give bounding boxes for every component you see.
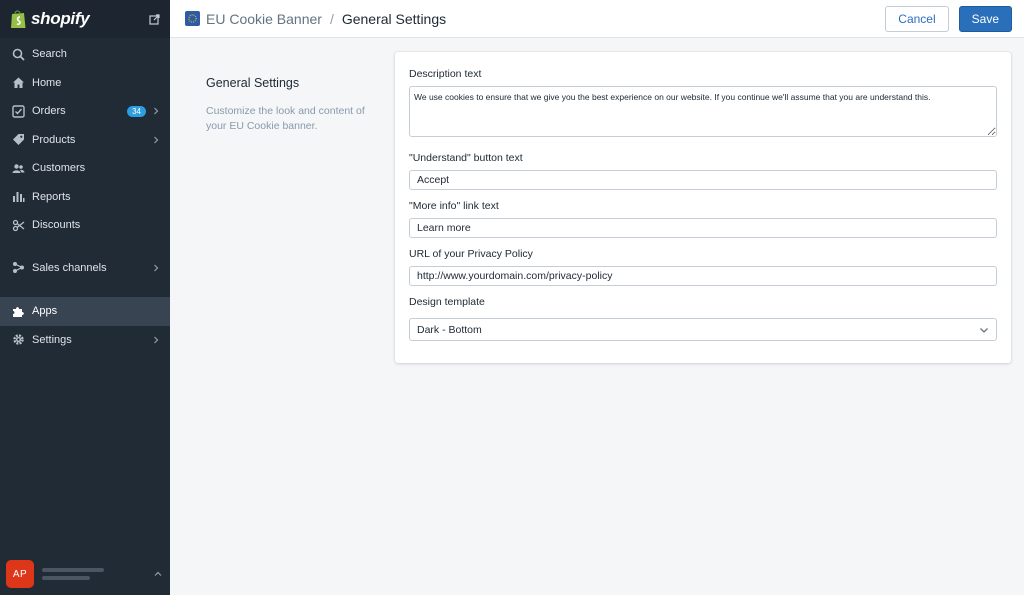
external-link-icon[interactable]	[149, 13, 160, 25]
reports-icon	[12, 190, 25, 203]
chevron-up-icon[interactable]	[154, 570, 162, 578]
sidebar-item-settings[interactable]: Settings	[0, 326, 170, 355]
chevron-down-icon	[980, 327, 988, 333]
account-name-redacted	[42, 568, 104, 580]
breadcrumb-app[interactable]: EU Cookie Banner	[206, 11, 322, 27]
sidebar-item-discounts[interactable]: Discounts	[0, 211, 170, 240]
chevron-right-icon	[154, 336, 159, 344]
sidebar-item-reports[interactable]: Reports	[0, 183, 170, 212]
avatar[interactable]: AP	[6, 560, 34, 588]
home-icon	[12, 76, 25, 89]
understand-field: "Understand" button text Accept	[409, 152, 997, 190]
understand-input[interactable]: Accept	[409, 170, 997, 190]
chevron-right-icon	[154, 107, 159, 115]
sidebar-item-label: Orders	[32, 105, 66, 118]
sidebar-item-search[interactable]: Search	[0, 40, 170, 69]
description-textarea[interactable]: We use cookies to ensure that we give yo…	[409, 86, 997, 137]
sidebar-item-home[interactable]: Home	[0, 69, 170, 98]
customers-icon	[12, 162, 25, 175]
breadcrumb-separator: /	[329, 10, 334, 27]
sidebar-item-label: Apps	[32, 305, 58, 318]
design-template-select[interactable]: Dark - Bottom	[409, 318, 997, 341]
design-template-value: Dark - Bottom	[417, 323, 482, 336]
settings-card: Description text We use cookies to ensur…	[395, 52, 1011, 363]
orders-count-badge: 34	[127, 105, 146, 117]
design-template-label: Design template	[409, 296, 485, 308]
more-info-field: "More info" link text Learn more	[409, 200, 997, 238]
sales-channels-icon	[12, 261, 25, 274]
chevron-right-icon	[154, 264, 159, 272]
sidebar: shopify Search Home Orders 34 Products C…	[0, 0, 170, 595]
shopping-bag-icon	[11, 10, 26, 28]
privacy-url-label: URL of your Privacy Policy	[409, 248, 533, 260]
cancel-button[interactable]: Cancel	[885, 5, 949, 32]
description-field: Description text We use cookies to ensur…	[409, 68, 997, 142]
top-bar: EU Cookie Banner / General Settings Canc…	[170, 0, 1024, 38]
privacy-url-field: URL of your Privacy Policy http://www.yo…	[409, 248, 997, 286]
sidebar-item-products[interactable]: Products	[0, 126, 170, 155]
gear-icon	[12, 333, 25, 346]
discounts-icon	[12, 219, 25, 232]
puzzle-icon	[12, 305, 25, 318]
sidebar-item-label: Discounts	[32, 219, 81, 232]
privacy-url-input[interactable]: http://www.yourdomain.com/privacy-policy	[409, 266, 997, 286]
brand-header: shopify	[0, 0, 170, 38]
orders-icon	[12, 105, 25, 118]
sidebar-item-label: Search	[32, 48, 67, 61]
search-icon	[12, 48, 25, 61]
account-menu[interactable]: AP	[0, 553, 170, 595]
design-template-field: Design template Dark - Bottom	[409, 296, 997, 341]
section-description: Customize the look and content of your E…	[206, 105, 365, 132]
description-label: Description text	[409, 68, 482, 80]
save-button[interactable]: Save	[958, 5, 1012, 32]
sidebar-item-label: Sales channels	[32, 261, 107, 274]
sidebar-item-apps[interactable]: Apps	[0, 297, 170, 326]
eu-flag-icon	[185, 11, 200, 26]
chevron-right-icon	[154, 136, 159, 144]
section-intro: General Settings Customize the look and …	[206, 76, 376, 134]
sidebar-item-label: Home	[32, 76, 62, 89]
more-info-input[interactable]: Learn more	[409, 218, 997, 238]
brand-name[interactable]: shopify	[31, 9, 90, 29]
sidebar-item-orders[interactable]: Orders 34	[0, 97, 170, 126]
sidebar-item-label: Products	[32, 133, 76, 146]
understand-label: "Understand" button text	[409, 152, 523, 164]
page-title: General Settings	[341, 10, 447, 27]
sidebar-item-label: Settings	[32, 333, 72, 346]
sidebar-item-label: Reports	[32, 190, 71, 203]
sidebar-item-label: Customers	[32, 162, 86, 175]
sidebar-nav: Search Home Orders 34 Products Customers…	[0, 38, 170, 354]
sidebar-item-customers[interactable]: Customers	[0, 154, 170, 183]
tag-icon	[12, 133, 25, 146]
more-info-label: "More info" link text	[409, 200, 499, 212]
section-title: General Settings	[206, 76, 300, 90]
sidebar-item-sales-channels[interactable]: Sales channels	[0, 254, 170, 283]
